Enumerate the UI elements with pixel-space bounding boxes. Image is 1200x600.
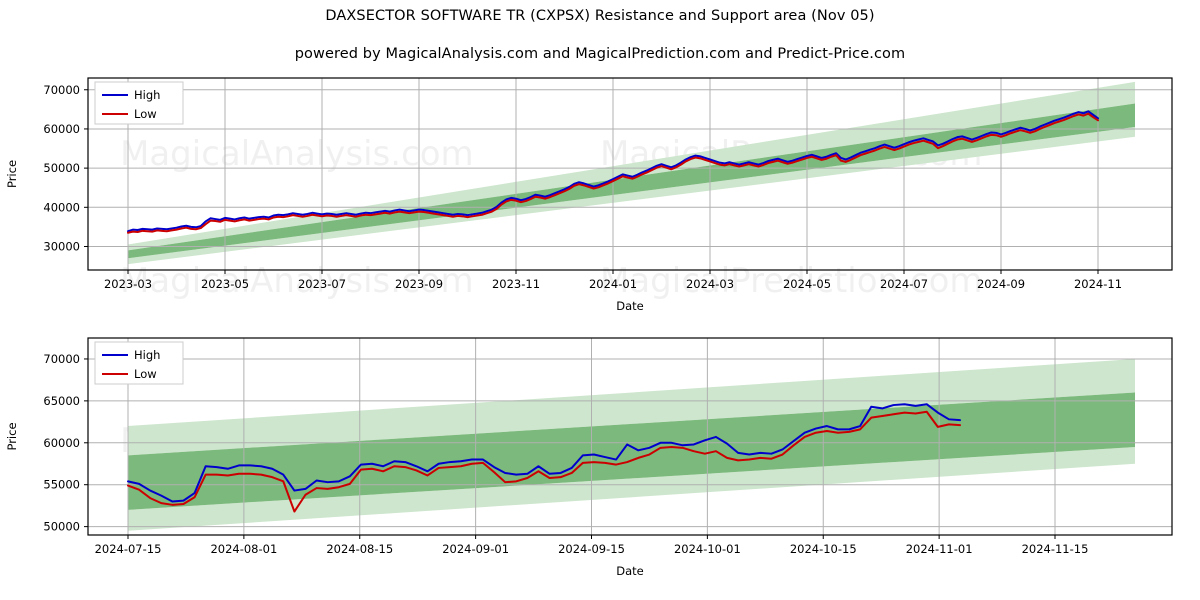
x-tick-label: 2023-11 [492, 277, 540, 291]
overview-chart: MagicalAnalysis.comMagicalPrediction.com… [0, 70, 1200, 315]
y-tick-label: 30000 [43, 239, 80, 253]
y-tick-label: 50000 [43, 161, 80, 175]
y-tick-label: 70000 [43, 83, 80, 97]
x-tick-label: 2024-07-15 [95, 542, 162, 556]
x-tick-label: 2023-03 [104, 277, 152, 291]
legend-label-low: Low [134, 367, 157, 381]
zoom-chart-svg: MagicalAnalysis.comMagicalPrediction.com… [5, 337, 1173, 578]
x-tick-label: 2024-03 [686, 277, 734, 291]
legend-label-high: High [134, 348, 160, 362]
x-tick-label: 2024-09-15 [558, 542, 625, 556]
x-tick-label: 2023-07 [298, 277, 346, 291]
x-tick-label: 2024-05 [783, 277, 831, 291]
y-tick-label: 60000 [43, 436, 80, 450]
x-tick-label: 2023-09 [395, 277, 443, 291]
support-resistance-band-inner [128, 103, 1135, 259]
x-tick-label: 2024-10-01 [674, 542, 741, 556]
x-tick-label: 2024-11-01 [906, 542, 973, 556]
x-tick-label: 2024-11 [1074, 277, 1122, 291]
y-tick-label: 65000 [43, 394, 80, 408]
y-tick-label: 55000 [43, 478, 80, 492]
zoom-chart: MagicalAnalysis.comMagicalPrediction.com… [0, 330, 1200, 592]
x-tick-label: 2024-11-15 [1022, 542, 1089, 556]
y-tick-label: 40000 [43, 200, 80, 214]
y-axis-label: Price [5, 160, 19, 188]
chart-legend[interactable]: High Low [94, 341, 184, 385]
x-tick-label: 2024-08-15 [326, 542, 393, 556]
x-tick-label: 2023-05 [201, 277, 249, 291]
y-tick-label: 60000 [43, 122, 80, 136]
chart-legend[interactable]: High Low [94, 81, 184, 125]
chart-page: DAXSECTOR SOFTWARE TR (CXPSX) Resistance… [0, 0, 1200, 600]
y-tick-label: 50000 [43, 520, 80, 534]
x-tick-label: 2024-09 [977, 277, 1025, 291]
page-subtitle: powered by MagicalAnalysis.com and Magic… [294, 46, 906, 62]
legend-label-high: High [134, 88, 160, 102]
x-tick-label: 2024-08-01 [210, 542, 277, 556]
x-tick-label: 2024-01 [589, 277, 637, 291]
y-axis-label: Price [5, 422, 19, 450]
x-tick-label: 2024-07 [880, 277, 928, 291]
y-tick-label: 70000 [43, 352, 80, 366]
x-tick-label: 2024-09-01 [442, 542, 509, 556]
x-axis-label: Date [616, 564, 644, 578]
x-tick-label: 2024-10-15 [790, 542, 857, 556]
legend-label-low: Low [134, 107, 157, 121]
x-axis-label: Date [616, 299, 644, 313]
page-title: DAXSECTOR SOFTWARE TR (CXPSX) Resistance… [325, 8, 875, 24]
overview-chart-svg: MagicalAnalysis.comMagicalPrediction.com… [5, 77, 1173, 313]
